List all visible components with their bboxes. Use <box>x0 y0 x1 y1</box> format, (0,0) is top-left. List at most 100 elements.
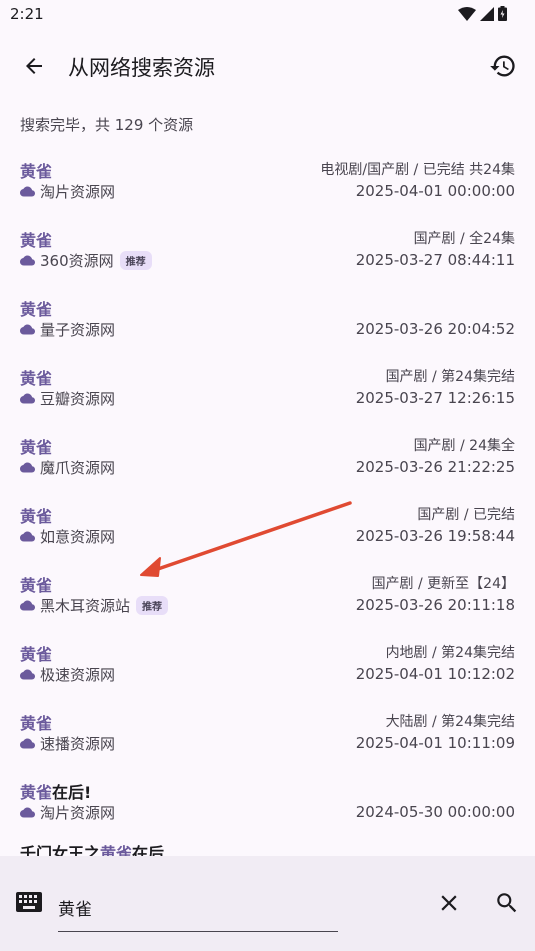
title-highlight: 黄雀 <box>20 162 53 181</box>
result-title: 黄雀在后! <box>20 779 91 803</box>
result-meta: 国产剧 / 24集全 <box>413 438 515 454</box>
result-row[interactable]: 黄雀 淘片资源网 电视剧/国产剧 / 已完结 共24集 2025-04-01 0… <box>0 150 535 219</box>
status-bar: 2:21 <box>0 0 535 32</box>
result-source: 黑木耳资源站 推荐 <box>20 595 169 616</box>
result-meta: 国产剧 / 第24集完结 <box>385 369 515 385</box>
cloud-icon <box>20 738 35 749</box>
result-date: 2025-04-01 10:12:02 <box>355 665 515 683</box>
bottom-search-bar <box>0 856 535 951</box>
title-highlight: 黄雀 <box>20 231 53 250</box>
cloud-icon <box>20 807 35 818</box>
result-title: 黄雀 <box>20 710 52 734</box>
source-name: 黑木耳资源站 <box>40 597 131 615</box>
result-title: 黄雀 <box>20 365 52 389</box>
source-name: 极速资源网 <box>40 666 116 684</box>
search-button[interactable] <box>494 890 520 920</box>
source-name: 量子资源网 <box>40 321 116 339</box>
result-date: 2025-04-01 00:00:00 <box>355 182 515 200</box>
result-date: 2025-03-26 19:58:44 <box>355 527 515 545</box>
source-name: 豆瓣资源网 <box>40 390 116 408</box>
results-list: 黄雀 淘片资源网 电视剧/国产剧 / 已完结 共24集 2025-04-01 0… <box>0 150 535 856</box>
title-rest: 在后! <box>52 783 92 802</box>
arrow-back-icon <box>26 58 42 74</box>
result-meta: 电视剧/国产剧 / 已完结 共24集 <box>320 162 515 178</box>
result-meta: 内地剧 / 第24集完结 <box>385 645 515 661</box>
title-highlight: 黄雀 <box>100 844 133 856</box>
result-row[interactable]: 黄雀 量子资源网 2025-03-26 20:04:52 <box>0 288 535 357</box>
title-prefix: 千门女王之 <box>20 844 101 856</box>
recommend-badge: 推荐 <box>136 596 169 615</box>
source-name: 360资源网 <box>40 252 114 270</box>
title-highlight: 黄雀 <box>20 576 53 595</box>
result-row[interactable]: 黄雀 豆瓣资源网 国产剧 / 第24集完结 2025-03-27 12:26:1… <box>0 357 535 426</box>
result-row[interactable]: 黄雀 黑木耳资源站 推荐 国产剧 / 更新至【24】 2025-03-26 20:… <box>0 564 535 633</box>
cloud-icon <box>20 462 35 473</box>
source-name: 如意资源网 <box>40 528 116 546</box>
result-source: 淘片资源网 <box>20 802 115 823</box>
result-source: 豆瓣资源网 <box>20 388 115 409</box>
search-icon <box>497 893 517 913</box>
result-source: 极速资源网 <box>20 664 115 685</box>
history-icon <box>490 55 515 77</box>
cloud-icon <box>20 186 35 197</box>
back-button[interactable] <box>12 46 56 86</box>
source-name: 速播资源网 <box>40 735 116 753</box>
title-highlight: 黄雀 <box>20 645 53 664</box>
result-title: 黄雀 <box>20 296 52 320</box>
cloud-icon <box>20 393 35 404</box>
result-row[interactable]: 黄雀 极速资源网 内地剧 / 第24集完结 2025-04-01 10:12:0… <box>0 633 535 702</box>
result-source: 如意资源网 <box>20 526 115 547</box>
source-name: 魔爪资源网 <box>40 459 116 477</box>
result-date: 2025-03-27 12:26:15 <box>355 389 515 407</box>
result-title: 黄雀 <box>20 434 52 458</box>
result-source: 魔爪资源网 <box>20 457 115 478</box>
recommend-badge: 推荐 <box>119 251 152 270</box>
result-title: 黄雀 <box>20 572 52 596</box>
result-source: 淘片资源网 <box>20 181 115 202</box>
search-input[interactable] <box>58 884 338 932</box>
keyboard-icon[interactable] <box>16 892 42 916</box>
app-bar: 从网络搜索资源 <box>0 36 535 96</box>
result-meta: 国产剧 / 全24集 <box>413 231 515 247</box>
result-source: 速播资源网 <box>20 733 115 754</box>
title-highlight: 黄雀 <box>20 300 53 319</box>
result-row[interactable]: 黄雀 速播资源网 大陆剧 / 第24集完结 2025-04-01 10:11:0… <box>0 702 535 771</box>
result-date: 2024-05-30 00:00:00 <box>355 803 515 821</box>
result-meta: 国产剧 / 已完结 <box>417 507 515 523</box>
title-highlight: 黄雀 <box>20 714 53 733</box>
result-title: 黄雀 <box>20 227 52 251</box>
search-summary: 搜索完毕，共 129 个资源 <box>20 116 194 134</box>
cloud-icon <box>20 669 35 680</box>
cloud-icon <box>20 255 35 266</box>
cloud-icon <box>20 324 35 335</box>
source-name: 淘片资源网 <box>40 183 116 201</box>
result-source: 360资源网 推荐 <box>20 250 152 271</box>
title-highlight: 黄雀 <box>20 783 53 802</box>
result-row[interactable]: 千门女王之黄雀在后 <box>0 840 535 856</box>
result-source: 量子资源网 <box>20 319 115 340</box>
status-icons <box>458 6 507 21</box>
result-meta: 国产剧 / 更新至【24】 <box>371 576 515 592</box>
result-row[interactable]: 黄雀 魔爪资源网 国产剧 / 24集全 2025-03-26 21:22:25 <box>0 426 535 495</box>
history-button[interactable] <box>481 46 525 86</box>
clear-button[interactable] <box>436 890 462 920</box>
result-title: 黄雀 <box>20 503 52 527</box>
result-row[interactable]: 黄雀 360资源网 推荐 国产剧 / 全24集 2025-03-27 08:44:… <box>0 219 535 288</box>
result-title: 黄雀 <box>20 158 52 182</box>
result-date: 2025-03-26 20:11:18 <box>355 596 515 614</box>
result-date: 2025-03-26 21:22:25 <box>355 458 515 476</box>
result-meta: 大陆剧 / 第24集完结 <box>385 714 515 730</box>
result-date: 2025-04-01 10:11:09 <box>355 734 515 752</box>
cloud-icon <box>20 531 35 542</box>
battery-icon <box>498 6 507 21</box>
page-title: 从网络搜索资源 <box>68 56 215 80</box>
result-row[interactable]: 黄雀在后! 淘片资源网 2024-05-30 00:00:00 <box>0 771 535 840</box>
close-icon <box>441 895 457 911</box>
result-row[interactable]: 黄雀 如意资源网 国产剧 / 已完结 2025-03-26 19:58:44 <box>0 495 535 564</box>
title-highlight: 黄雀 <box>20 507 53 526</box>
title-highlight: 黄雀 <box>20 369 53 388</box>
result-title: 千门女王之黄雀在后 <box>20 840 164 856</box>
cloud-icon <box>20 600 35 611</box>
status-time: 2:21 <box>10 5 44 23</box>
source-name: 淘片资源网 <box>40 804 116 822</box>
